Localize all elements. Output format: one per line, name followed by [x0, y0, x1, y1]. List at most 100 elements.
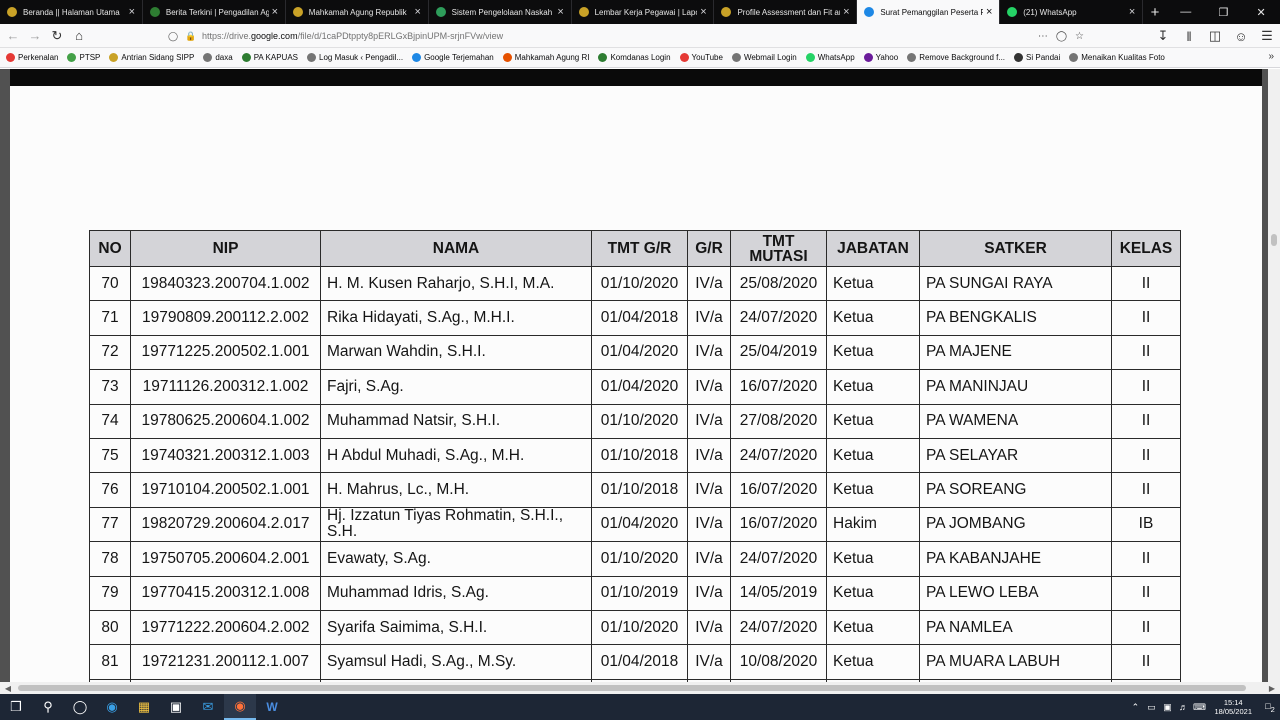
bookmark-item[interactable]: WhatsApp — [805, 53, 855, 62]
browser-tab[interactable]: Mahkamah Agung Republik × — [286, 0, 429, 24]
tab-title: Mahkamah Agung Republik — [308, 7, 407, 17]
url-bar[interactable]: ◯ 🔒 https://drive.google.com/file/d/1caP… — [166, 27, 1090, 45]
notification-icon[interactable]: □2 — [1260, 701, 1280, 714]
forward-button[interactable]: → — [24, 25, 46, 47]
cell-nip: 19710104.200502.1.001 — [130, 472, 321, 508]
cell-tmt-gr: 01/10/2018 — [591, 472, 688, 508]
tab-title: Sistem Pengelolaan Naskah — [451, 7, 553, 17]
bookmark-item[interactable]: Antrian Sidang SIPP — [109, 53, 194, 62]
cell-kelas: II — [1111, 300, 1181, 336]
browser-tab[interactable]: Sistem Pengelolaan Naskah × — [429, 0, 572, 24]
library-icon[interactable]: ‖ — [1178, 25, 1200, 47]
close-tab-icon[interactable]: × — [840, 6, 852, 18]
bookmark-item[interactable]: Webmail Login — [731, 53, 797, 62]
reload-button[interactable]: ↻ — [46, 25, 68, 47]
menu-icon[interactable]: ☰ — [1256, 25, 1278, 47]
close-tab-icon[interactable]: × — [412, 6, 424, 18]
cell-tmt-gr: 01/10/2020 — [591, 403, 688, 439]
bookmark-item[interactable]: YouTube — [679, 53, 723, 62]
scroll-right-icon[interactable]: ▶ — [1266, 682, 1278, 694]
restore-icon[interactable]: ❐ — [1205, 0, 1243, 24]
bookmark-item[interactable]: PA KAPUAS — [241, 53, 298, 62]
battery-icon[interactable]: ▭ — [1144, 702, 1158, 713]
close-tab-icon[interactable]: × — [126, 6, 138, 18]
browser-tab[interactable]: (21) WhatsApp × — [1000, 0, 1144, 24]
header-kelas: KELAS — [1111, 230, 1181, 267]
chevron-up-icon[interactable]: ⌃ — [1128, 702, 1142, 713]
bookmark-item[interactable]: PTSP — [67, 53, 100, 62]
table-row: 72 19771225.200502.1.001 Marwan Wahdin, S.… — [89, 334, 1181, 371]
volume-icon[interactable]: ♬ — [1176, 702, 1190, 712]
cell-kelas: II — [1111, 472, 1181, 508]
tab-title: Berita Terkini | Pengadilan Ag — [165, 7, 269, 17]
sidebar-icon[interactable]: ◫ — [1204, 25, 1226, 47]
firefox-icon[interactable]: ◉ — [224, 694, 256, 720]
cell-tmt-mutasi: 24/07/2020 — [730, 541, 827, 577]
header-satker: SATKER — [919, 230, 1112, 267]
cell-satker: PA MANINJAU — [919, 369, 1112, 405]
close-tab-icon[interactable]: × — [555, 6, 567, 18]
downloads-icon[interactable]: ↧ — [1152, 25, 1174, 47]
close-tab-icon[interactable]: × — [983, 6, 995, 18]
store-icon[interactable]: ▣ — [160, 694, 192, 720]
taskbar-clock[interactable]: 15:14 18/05/2021 — [1214, 698, 1252, 716]
search-icon[interactable]: ⚲ — [32, 694, 64, 720]
word-icon[interactable]: W — [256, 694, 288, 720]
horizontal-scrollbar-thumb[interactable] — [18, 685, 1246, 691]
new-tab-button[interactable]: + — [1143, 0, 1167, 24]
bookmark-item[interactable]: Remove Background f... — [907, 53, 1005, 62]
cortana-icon[interactable]: ◯ — [64, 694, 96, 720]
browser-tab[interactable]: Beranda || Halaman Utama × — [0, 0, 143, 24]
scroll-left-icon[interactable]: ◀ — [2, 682, 14, 694]
minimize-icon[interactable]: — — [1167, 0, 1205, 24]
bookmark-item[interactable]: daxa — [203, 53, 233, 62]
cell-gr: IV/a — [687, 472, 731, 508]
home-button[interactable]: ⌂ — [68, 25, 90, 47]
page-actions-icon[interactable]: ⋯ — [1038, 31, 1048, 42]
mail-icon[interactable]: ✉ — [192, 694, 224, 720]
bookmarks-overflow-icon[interactable]: » — [1268, 51, 1274, 62]
browser-tab[interactable]: Lembar Kerja Pegawai | Lapo × — [572, 0, 715, 24]
close-tab-icon[interactable]: × — [269, 6, 281, 18]
edge-icon[interactable]: ◉ — [96, 694, 128, 720]
bookmark-star-icon[interactable]: ☆ — [1075, 31, 1084, 42]
windows-start-icon[interactable]: ❒ — [0, 694, 32, 720]
pocket-icon[interactable]: ◯ — [1056, 31, 1067, 42]
lock-icon[interactable]: 🔒 — [184, 29, 198, 43]
shield-icon[interactable]: ◯ — [166, 29, 180, 43]
horizontal-scrollbar[interactable]: ◀ ▶ — [0, 682, 1280, 694]
court-icon — [292, 7, 303, 17]
browser-tab[interactable]: Surat Pemanggilan Peserta F × — [857, 0, 1001, 24]
account-icon[interactable]: ☺ — [1230, 25, 1252, 47]
bookmark-item[interactable]: Yahoo — [863, 53, 898, 62]
bookmark-favicon-icon — [731, 53, 741, 62]
close-tab-icon[interactable]: × — [1126, 6, 1138, 18]
cell-kelas: II — [1111, 575, 1181, 611]
court-icon — [721, 7, 732, 17]
cell-nip: 19771222.200604.2.002 — [130, 609, 321, 646]
bookmark-item[interactable]: Si Pandai — [1014, 53, 1060, 62]
bookmark-favicon-icon — [307, 53, 317, 62]
table-row: 81 19721231.200112.1.007 Syamsul Hadi, S.A… — [89, 644, 1181, 680]
bookmark-item[interactable]: Log Masuk ‹ Pengadil... — [307, 53, 403, 62]
file-explorer-icon[interactable]: ▦ — [128, 694, 160, 720]
vertical-scrollbar-thumb[interactable] — [1271, 234, 1277, 246]
bookmark-item[interactable]: Perkenalan — [6, 53, 58, 62]
bookmark-item[interactable]: Menaikan Kualitas Foto — [1069, 53, 1165, 62]
browser-tab[interactable]: Berita Terkini | Pengadilan Ag × — [143, 0, 286, 24]
vertical-scrollbar[interactable] — [1268, 69, 1280, 682]
system-tray: ⌃ ▭ ▣ ♬ ⌨ 15:14 18/05/2021 □2 — [1128, 694, 1280, 720]
url-text[interactable]: https://drive.google.com/file/d/1caPDtpp… — [202, 31, 1038, 41]
back-button[interactable]: ← — [2, 25, 24, 47]
bookmark-item[interactable]: Komdanas Login — [598, 53, 671, 62]
bookmark-item[interactable]: Google Terjemahan — [412, 53, 494, 62]
close-tab-icon[interactable]: × — [697, 6, 709, 18]
header-gr: G/R — [687, 230, 731, 267]
browser-tab[interactable]: Profile Assessment dan Fit an × — [714, 0, 858, 24]
keyboard-icon[interactable]: ⌨ — [1192, 702, 1206, 713]
cell-tmt-gr: 01/10/2020 — [591, 265, 688, 302]
cell-nip: 19771225.200502.1.001 — [130, 334, 321, 371]
network-icon[interactable]: ▣ — [1160, 702, 1174, 713]
bookmark-item[interactable]: Mahkamah Agung RI — [502, 53, 589, 62]
close-window-icon[interactable]: ✕ — [1242, 0, 1280, 24]
